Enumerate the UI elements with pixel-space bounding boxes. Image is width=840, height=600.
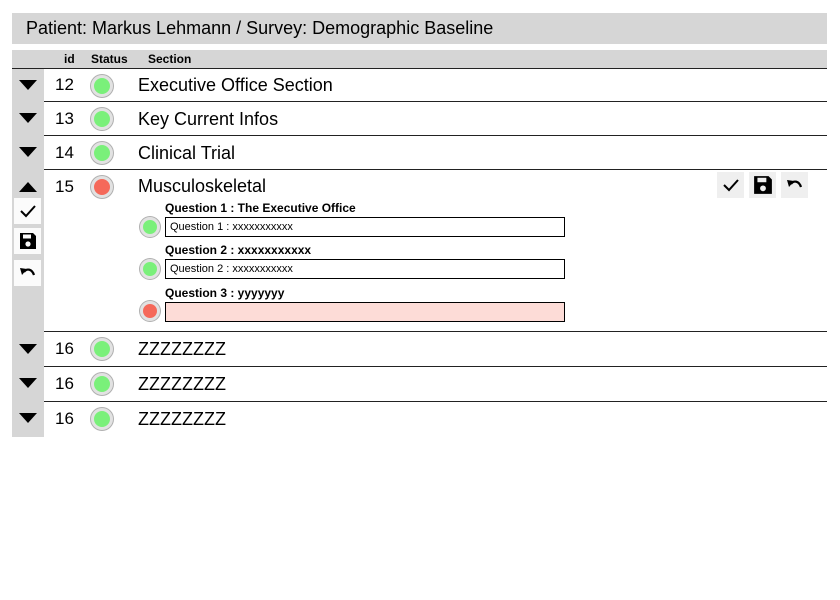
triangle-up-icon [19,182,37,192]
confirm-button[interactable] [717,172,744,198]
page-title: Patient: Markus Lehmann / Survey: Demogr… [26,18,494,38]
floppy-disk-icon [753,176,772,194]
row-divider [44,169,827,170]
expand-toggle[interactable] [16,337,40,361]
column-header-id: id [64,52,75,66]
section-title[interactable]: Executive Office Section [138,75,333,96]
question-label: Question 1 : The Executive Office [165,201,356,215]
row-id: 16 [55,374,74,393]
expand-toggle[interactable] [16,73,40,97]
question-status-indicator [140,259,160,279]
status-indicator [91,176,113,198]
row-divider [44,401,827,402]
expand-toggle[interactable] [16,140,40,164]
row-id: 15 [55,177,74,196]
triangle-down-icon [19,80,37,90]
undo-button[interactable] [781,172,808,198]
triangle-down-icon [19,378,37,388]
row-id: 16 [55,339,74,358]
status-indicator [91,338,113,360]
floppy-disk-icon [19,233,36,249]
triangle-down-icon [19,413,37,423]
column-header-status: Status [91,52,128,66]
status-indicator [91,75,113,97]
row-divider [44,366,827,367]
row-id: 13 [55,109,74,128]
row-id: 12 [55,75,74,94]
row-divider [44,331,827,332]
expand-toggle[interactable] [16,371,40,395]
row-divider [44,101,827,102]
triangle-down-icon [19,147,37,157]
row-id: 14 [55,143,74,162]
confirm-button[interactable] [14,198,41,224]
question-label: Question 2 : xxxxxxxxxxx [165,243,312,257]
page-title-bar: Patient: Markus Lehmann / Survey: Demogr… [12,13,827,44]
expand-toggle[interactable] [16,106,40,130]
section-title[interactable]: Musculoskeletal [138,176,266,197]
section-title[interactable]: ZZZZZZZZ [138,409,226,430]
save-button[interactable] [14,228,41,254]
triangle-down-icon [19,113,37,123]
collapse-toggle[interactable] [16,175,40,199]
question-2-input[interactable] [165,259,565,279]
section-title[interactable]: Clinical Trial [138,143,235,164]
status-indicator [91,108,113,130]
triangle-down-icon [19,344,37,354]
undo-icon [19,268,35,276]
question-1-input[interactable] [165,217,565,237]
section-title[interactable]: ZZZZZZZZ [138,339,226,360]
check-icon [19,205,36,218]
save-button[interactable] [749,172,776,198]
status-indicator [91,373,113,395]
section-title[interactable]: ZZZZZZZZ [138,374,226,395]
row-id: 16 [55,409,74,428]
question-label: Question 3 : yyyyyyy [165,286,285,300]
undo-button[interactable] [14,260,41,286]
expand-toggle[interactable] [16,406,40,430]
undo-icon [786,180,802,188]
row-divider [12,68,827,69]
column-header-section: Section [148,52,192,66]
question-3-input[interactable] [165,302,565,322]
question-status-indicator [140,301,160,321]
status-indicator [91,408,113,430]
question-status-indicator [140,217,160,237]
row-divider [44,135,827,136]
status-indicator [91,142,113,164]
check-icon [722,179,739,192]
section-title[interactable]: Key Current Infos [138,109,278,130]
table-header: id Status Section [12,50,827,68]
